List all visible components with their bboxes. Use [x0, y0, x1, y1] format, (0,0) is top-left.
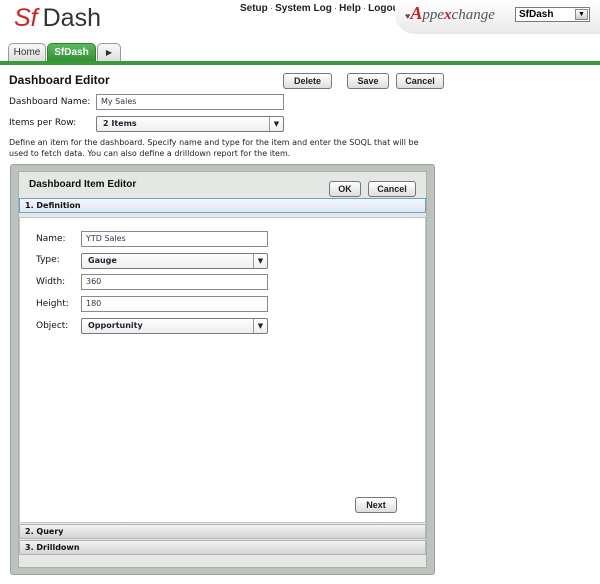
item-type-value: Gauge [88, 256, 117, 265]
item-editor-title: Dashboard Item Editor [29, 179, 137, 190]
tab-more[interactable]: ▶ [97, 43, 121, 62]
system-log-link[interactable]: System Log [275, 3, 332, 14]
logo-dash-text: Dash [42, 4, 101, 32]
setup-link[interactable]: Setup [240, 3, 268, 14]
item-object-select[interactable]: Opportunity ▼ [81, 318, 268, 334]
section-drilldown-header[interactable]: 3. Drilldown [19, 540, 426, 555]
save-button[interactable]: Save [347, 73, 389, 89]
appexchange-logo: ♥Appexchange [405, 3, 495, 24]
item-width-input[interactable]: 360 [81, 274, 268, 290]
item-editor-inner: Dashboard Item Editor OK Cancel 1. Defin… [18, 171, 427, 568]
item-type-select[interactable]: Gauge ▼ [81, 253, 268, 269]
items-per-row-value: 2 Items [103, 119, 137, 128]
appexchange-end: change [451, 7, 495, 23]
page-title: Dashboard Editor [9, 73, 110, 87]
item-object-value: Opportunity [88, 321, 143, 330]
item-name-label: Name: [36, 234, 66, 244]
help-link[interactable]: Help [339, 3, 361, 14]
cancel-button[interactable]: Cancel [396, 73, 444, 89]
appexchange-area: ♥Appexchange SfDash ▼ [395, 0, 600, 34]
appexchange-mid: ppe [422, 7, 445, 23]
chevron-down-icon: ▼ [253, 254, 267, 268]
appexchange-x: x [444, 7, 452, 23]
item-name-input[interactable]: YTD Sales [81, 231, 268, 247]
dashboard-name-input[interactable]: My Sales [96, 94, 284, 110]
chevron-down-icon: ▼ [269, 117, 283, 131]
tab-sfdash[interactable]: SfDash [47, 43, 96, 62]
section-definition-header[interactable]: 1. Definition [19, 198, 426, 213]
item-width-label: Width: [36, 277, 66, 287]
triangle-right-icon: ▶ [105, 48, 113, 57]
item-type-label: Type: [36, 255, 60, 265]
app-selector-value: SfDash [519, 9, 554, 20]
item-editor-panel: Dashboard Item Editor OK Cancel 1. Defin… [10, 164, 435, 575]
item-object-label: Object: [36, 321, 69, 331]
tab-home[interactable]: Home [8, 43, 46, 62]
items-per-row-select[interactable]: 2 Items ▼ [96, 116, 284, 132]
definition-section-body: Name: YTD Sales Type: Gauge ▼ Width: 360 … [19, 217, 426, 523]
top-links: Setup · System Log · Help · Logout [240, 3, 402, 14]
items-per-row-label: Items per Row: [9, 118, 77, 128]
item-height-input[interactable]: 180 [81, 296, 268, 312]
editor-description: Define an item for the dashboard. Specif… [9, 138, 419, 158]
chevron-down-icon: ▼ [575, 9, 588, 20]
tab-underline [0, 61, 600, 65]
logo-sf-text: Sf [14, 4, 38, 32]
ok-button[interactable]: OK [329, 181, 361, 197]
section-query-header[interactable]: 2. Query [19, 524, 426, 539]
delete-button[interactable]: Delete [283, 73, 332, 89]
next-button[interactable]: Next [355, 497, 397, 513]
item-cancel-button[interactable]: Cancel [368, 181, 416, 197]
chevron-down-icon: ▼ [253, 319, 267, 333]
app-header: Sf Dash Setup · System Log · Help · Logout ♥App… [0, 0, 600, 42]
app-selector[interactable]: SfDash ▼ [515, 7, 590, 22]
dashboard-name-label: Dashboard Name: [9, 97, 91, 107]
item-height-label: Height: [36, 299, 69, 309]
appexchange-a: A [410, 3, 423, 23]
app-logo[interactable]: Sf Dash [14, 4, 101, 33]
